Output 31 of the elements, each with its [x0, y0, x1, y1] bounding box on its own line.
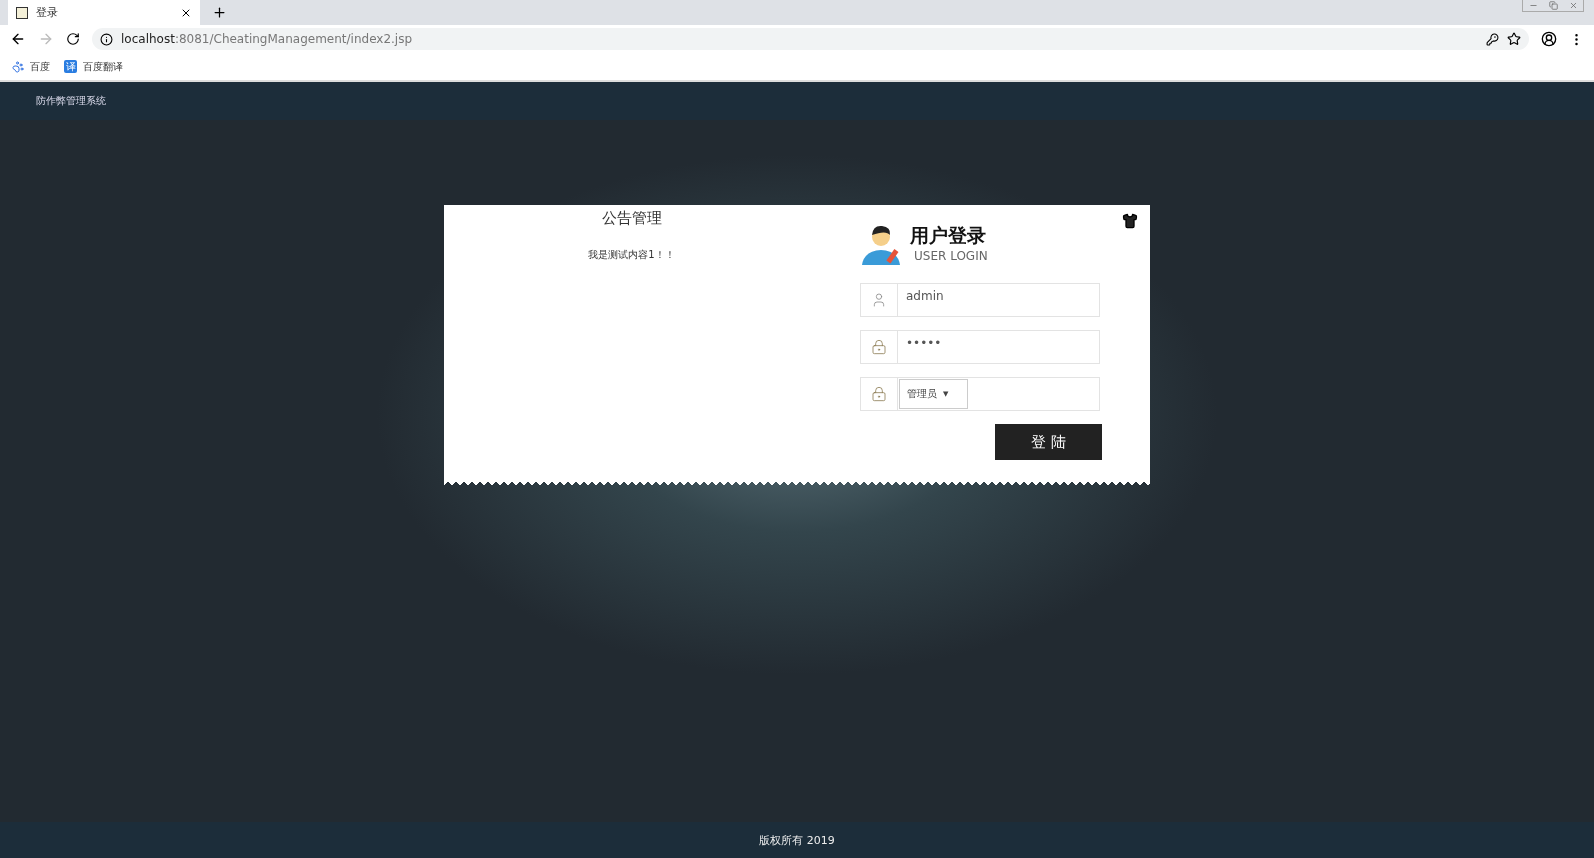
- input-field[interactable]: admin: [860, 283, 1100, 317]
- paw-icon: [12, 60, 24, 73]
- bookmark[interactable]: 百度: [12, 59, 50, 74]
- lock-icon: [871, 386, 887, 402]
- tab-title: 登录: [36, 5, 59, 20]
- password-field[interactable]: •••••: [898, 331, 1099, 363]
- translate-icon: 译: [64, 60, 77, 73]
- info-icon: [100, 32, 113, 46]
- profile-icon[interactable]: [1541, 31, 1557, 47]
- reload-icon[interactable]: [66, 32, 80, 46]
- notice-text: 我是测试内容1！！: [588, 248, 675, 262]
- notice-title: 公告管理: [601, 209, 662, 228]
- lock-icon: [871, 339, 887, 355]
- url-path: :8081/CheatingManagement/index2.jsp: [174, 32, 413, 46]
- address-bar[interactable]: localhost:8081/CheatingManagement/index2.jsp: [92, 28, 1529, 50]
- shirt-icon[interactable]: [1122, 213, 1138, 229]
- login-button[interactable]: 登 陆: [995, 424, 1102, 460]
- login-title: 用户登录: [910, 223, 987, 248]
- bookmark[interactable]: 译 百度翻译: [64, 59, 123, 74]
- browser-tab[interactable]: 登录: [8, 0, 200, 25]
- back-icon[interactable]: [10, 31, 26, 47]
- user-icon: [871, 292, 887, 308]
- input-field[interactable]: •••••: [860, 330, 1100, 364]
- url-host: localhost: [121, 32, 175, 46]
- star-icon[interactable]: [1507, 32, 1521, 46]
- username-field[interactable]: admin: [898, 284, 1099, 316]
- copyright-text: 版权所有 2019: [759, 832, 835, 848]
- new-tab-icon[interactable]: [212, 5, 227, 20]
- login-subtitle: USER LOGIN: [914, 249, 988, 263]
- app-title: 防作弊管理系统: [36, 94, 106, 108]
- key-icon[interactable]: [1486, 32, 1499, 46]
